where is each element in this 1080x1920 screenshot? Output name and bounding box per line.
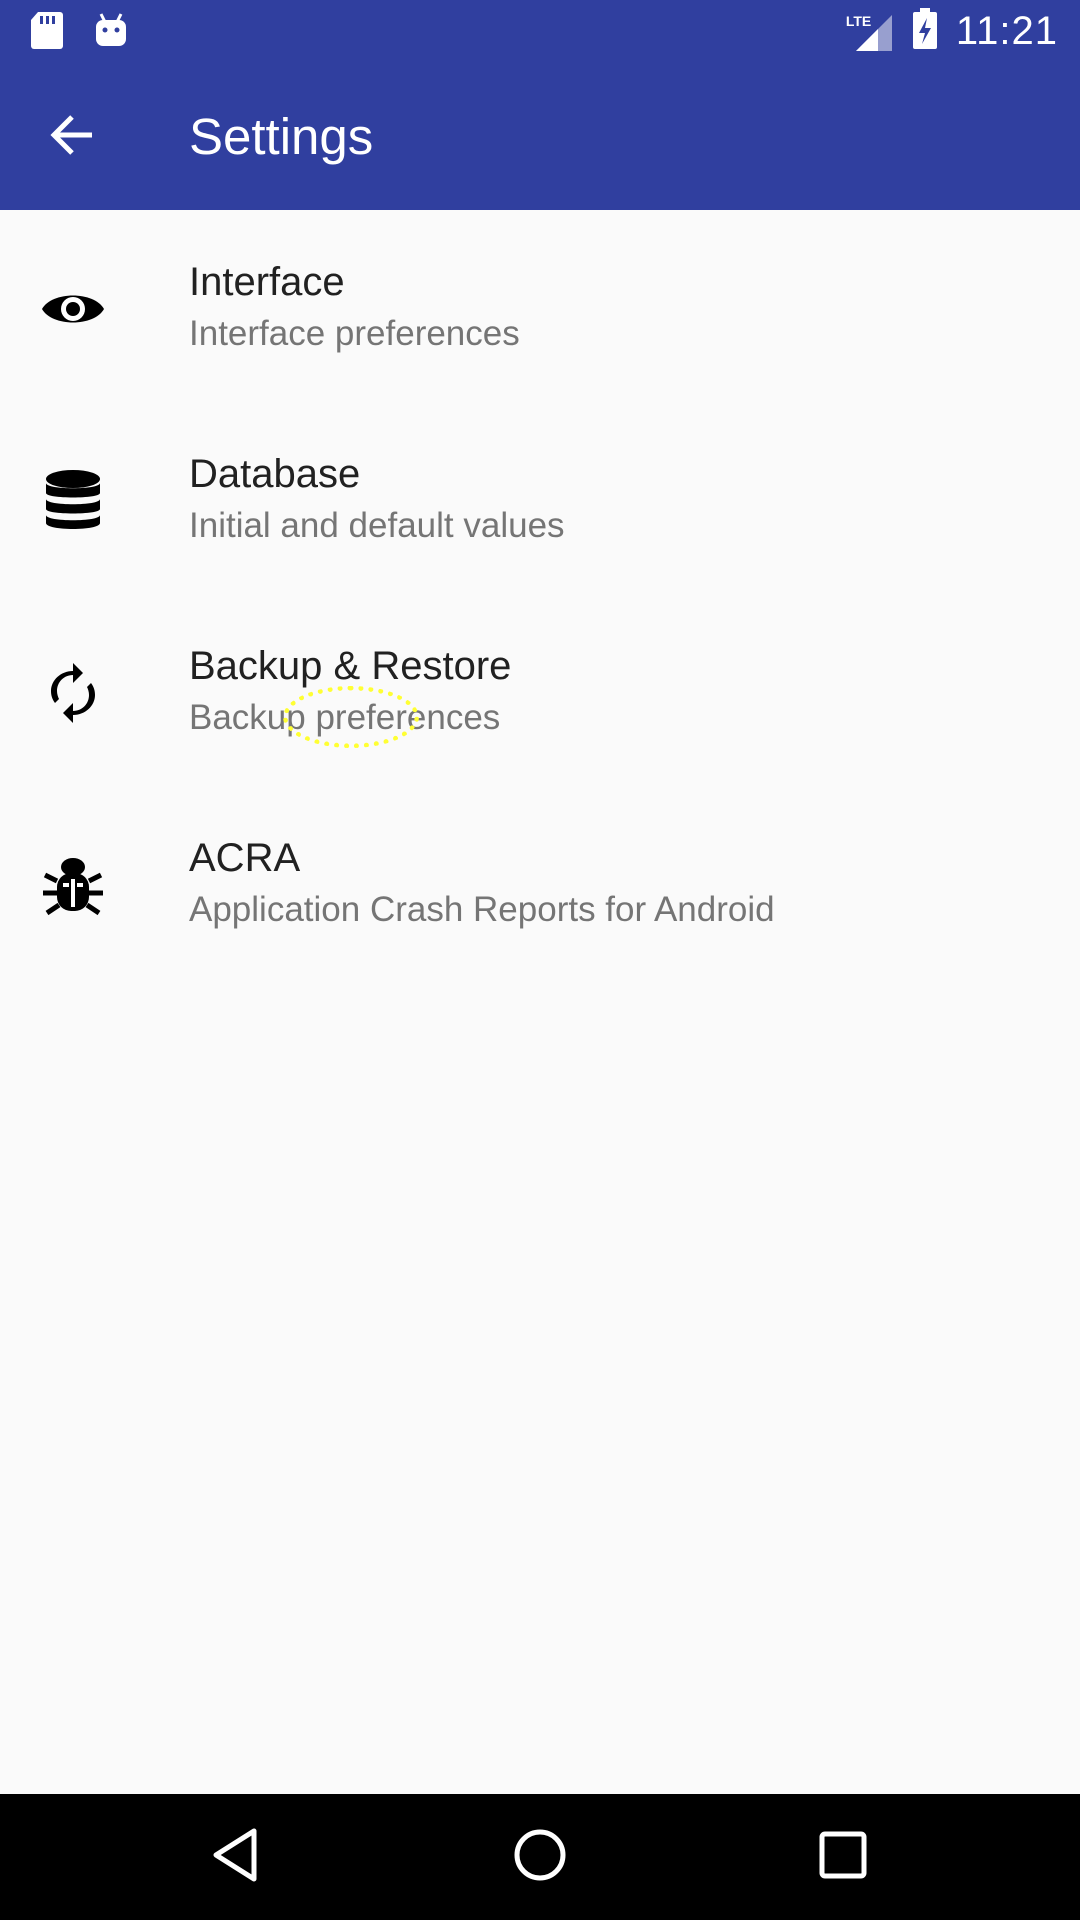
database-icon xyxy=(38,466,108,536)
touch-indicator xyxy=(283,686,419,748)
settings-item-acra[interactable]: ACRA Application Crash Reports for Andro… xyxy=(0,786,1080,978)
settings-item-title: Interface xyxy=(189,260,345,304)
eye-icon xyxy=(38,274,108,344)
bug-icon xyxy=(38,850,108,920)
settings-item-database[interactable]: Database Initial and default values xyxy=(0,402,1080,594)
page-title: Settings xyxy=(189,108,374,165)
nav-back-button[interactable] xyxy=(202,1824,268,1890)
back-button[interactable] xyxy=(38,103,106,171)
back-triangle-icon xyxy=(210,1827,260,1888)
settings-item-subtitle: Application Crash Reports for Android xyxy=(189,890,775,929)
settings-list: Interface Interface preferences Database… xyxy=(0,210,1080,978)
settings-item-title: Backup & Restore xyxy=(189,644,512,688)
signal-icon: LTE xyxy=(846,11,894,53)
sd-card-icon xyxy=(30,10,64,55)
status-time: 11:21 xyxy=(955,9,1058,53)
settings-item-backup-restore[interactable]: Backup & Restore Backup preferences xyxy=(0,594,1080,786)
battery-charging-icon xyxy=(912,8,938,55)
nav-recents-button[interactable] xyxy=(810,1824,876,1890)
settings-item-interface[interactable]: Interface Interface preferences xyxy=(0,210,1080,402)
navigation-bar xyxy=(0,1794,1080,1920)
android-icon xyxy=(94,10,128,55)
settings-item-title: ACRA xyxy=(189,836,301,880)
settings-item-subtitle: Initial and default values xyxy=(189,506,565,545)
app-bar: Settings xyxy=(0,63,1080,210)
nav-home-button[interactable] xyxy=(507,1824,573,1890)
home-circle-icon xyxy=(512,1827,568,1888)
arrow-back-icon xyxy=(48,111,96,164)
recents-square-icon xyxy=(818,1830,868,1885)
sync-icon xyxy=(38,658,108,728)
settings-item-title: Database xyxy=(189,452,361,496)
status-bar: LTE 11:21 xyxy=(0,0,1080,63)
settings-item-subtitle: Interface preferences xyxy=(189,314,520,353)
